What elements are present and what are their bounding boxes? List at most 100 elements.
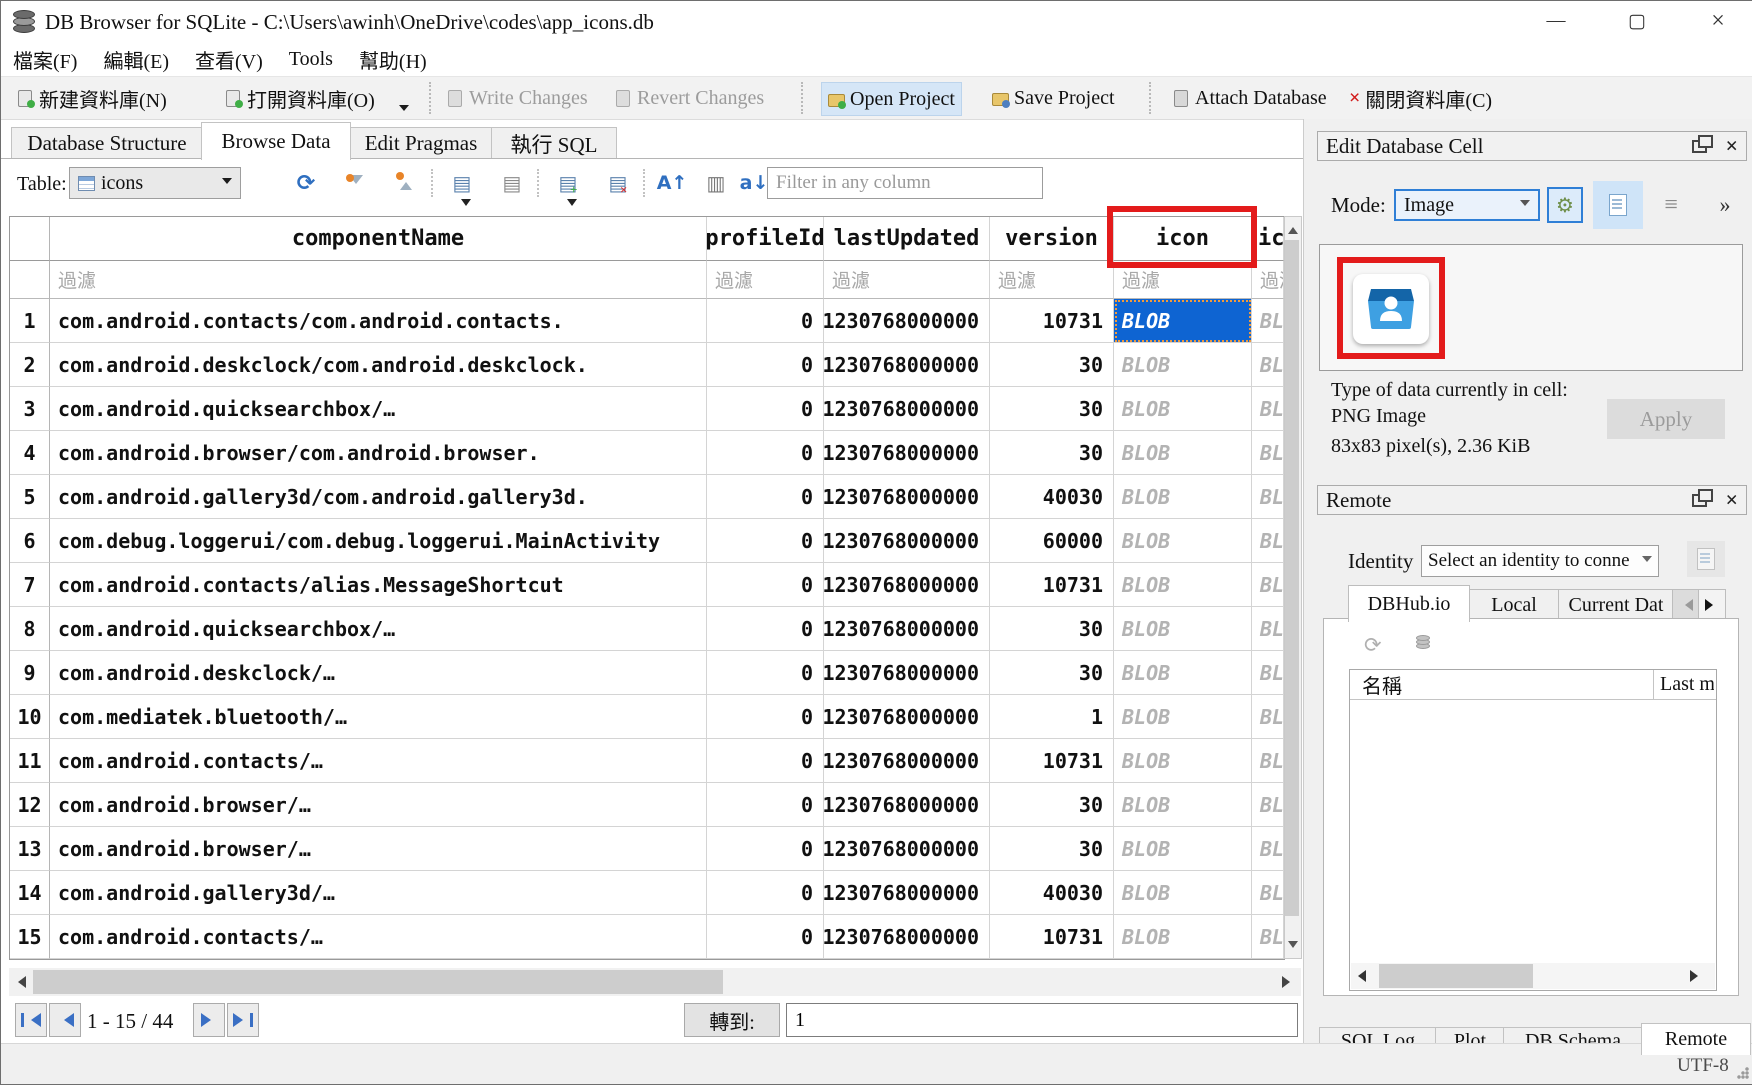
cell-icon[interactable]: BLOB — [1114, 783, 1252, 827]
goto-button[interactable]: 轉到: — [684, 1003, 780, 1037]
next-record-button[interactable] — [193, 1003, 225, 1037]
cell-version[interactable]: 1 — [990, 695, 1114, 739]
cell-lastUpdated[interactable]: 1230768000000 — [824, 827, 990, 871]
cell-profileId[interactable]: 0 — [707, 519, 824, 563]
resize-grip[interactable] — [1737, 1067, 1749, 1079]
cell-lastUpdated[interactable]: 1230768000000 — [824, 519, 990, 563]
cell-partial[interactable]: BLOB — [1252, 871, 1284, 915]
cell-lastUpdated[interactable]: 1230768000000 — [824, 431, 990, 475]
cell-componentName[interactable]: com.android.browser/… — [50, 783, 707, 827]
remote-scroll-thumb[interactable] — [1379, 964, 1533, 988]
scroll-left-arrow[interactable] — [1351, 965, 1367, 987]
cell-version[interactable]: 10731 — [990, 915, 1114, 959]
cell-icon[interactable]: BLOB — [1114, 607, 1252, 651]
cell-profileId[interactable]: 0 — [707, 387, 824, 431]
cell-partial[interactable]: BLOB — [1252, 783, 1284, 827]
cell-lastUpdated[interactable]: 1230768000000 — [824, 475, 990, 519]
row-number[interactable]: 8 — [10, 607, 50, 651]
tab-execute-sql[interactable]: 執行 SQL — [491, 127, 617, 159]
cell-partial[interactable]: BLOB — [1252, 739, 1284, 783]
print-button[interactable]: ▤ — [495, 167, 529, 199]
mode-select[interactable]: Image — [1394, 189, 1540, 221]
cell-profileId[interactable]: 0 — [707, 343, 824, 387]
cell-partial[interactable]: BLOB — [1252, 695, 1284, 739]
filter-version[interactable]: 過濾 — [990, 261, 1114, 299]
word-wrap-button[interactable]: ≡ — [1653, 187, 1689, 223]
cell-componentName[interactable]: com.android.browser/… — [50, 827, 707, 871]
cell-version[interactable]: 10731 — [990, 739, 1114, 783]
cell-lastUpdated[interactable]: 1230768000000 — [824, 607, 990, 651]
cell-version[interactable]: 30 — [990, 651, 1114, 695]
cell-partial[interactable]: BLOB — [1252, 299, 1284, 343]
cell-partial[interactable]: BLOB — [1252, 431, 1284, 475]
menu-view[interactable]: 查看(V) — [195, 45, 263, 74]
cell-version[interactable]: 10731 — [990, 563, 1114, 607]
text-mode-button[interactable] — [1593, 181, 1643, 229]
cell-componentName[interactable]: com.mediatek.bluetooth/… — [50, 695, 707, 739]
float-panel-icon[interactable] — [1692, 494, 1707, 507]
open-project-button[interactable]: Open Project — [821, 82, 962, 116]
row-number[interactable]: 4 — [10, 431, 50, 475]
scroll-right-arrow[interactable] — [1689, 965, 1705, 987]
close-database-button[interactable]: × 關閉資料庫(C) — [1343, 82, 1498, 114]
save-filter-button[interactable] — [389, 167, 423, 199]
cell-version[interactable]: 30 — [990, 431, 1114, 475]
row-number[interactable]: 10 — [10, 695, 50, 739]
save-table-dropdown[interactable] — [461, 199, 471, 211]
cell-profileId[interactable]: 0 — [707, 695, 824, 739]
cell-componentName[interactable]: com.android.gallery3d/com.android.galler… — [50, 475, 707, 519]
menu-file[interactable]: 檔案(F) — [13, 45, 77, 74]
cell-componentName[interactable]: com.debug.loggerui/com.debug.loggerui.Ma… — [50, 519, 707, 563]
cell-profileId[interactable]: 0 — [707, 299, 824, 343]
new-database-button[interactable]: 新建資料庫(N) — [11, 82, 173, 114]
row-number[interactable]: 6 — [10, 519, 50, 563]
tab-database-structure[interactable]: Database Structure — [11, 127, 203, 159]
cell-icon[interactable]: BLOB — [1114, 651, 1252, 695]
cell-version[interactable]: 30 — [990, 827, 1114, 871]
cell-icon[interactable]: BLOB — [1114, 695, 1252, 739]
open-database-button[interactable]: 打開資料庫(O) — [219, 82, 381, 114]
scroll-up-arrow[interactable] — [1285, 217, 1301, 239]
cell-componentName[interactable]: com.android.gallery3d/… — [50, 871, 707, 915]
font-increase-button[interactable]: A↑ — [655, 167, 689, 199]
remote-refresh-icon[interactable]: ⟳ — [1364, 633, 1382, 658]
header-componentName[interactable]: componentName — [50, 217, 707, 261]
cell-profileId[interactable]: 0 — [707, 871, 824, 915]
tab-local[interactable]: Local — [1468, 589, 1560, 621]
cell-profileId[interactable]: 0 — [707, 475, 824, 519]
refresh-button[interactable]: ⟳ — [289, 167, 323, 199]
open-external-button[interactable]: ▥ — [699, 167, 733, 199]
vertical-scroll-thumb[interactable] — [1285, 240, 1299, 916]
row-number[interactable]: 2 — [10, 343, 50, 387]
cell-profileId[interactable]: 0 — [707, 563, 824, 607]
row-number[interactable]: 12 — [10, 783, 50, 827]
cell-icon[interactable]: BLOB — [1114, 827, 1252, 871]
cell-version[interactable]: 30 — [990, 783, 1114, 827]
float-panel-icon[interactable] — [1692, 140, 1707, 153]
cell-version[interactable]: 40030 — [990, 871, 1114, 915]
cell-version[interactable]: 10731 — [990, 299, 1114, 343]
row-number[interactable]: 5 — [10, 475, 50, 519]
filter-componentName[interactable]: 過濾 — [50, 261, 707, 299]
insert-record-button[interactable]: ▤+ — [551, 167, 585, 199]
cell-componentName[interactable]: com.android.quicksearchbox/… — [50, 387, 707, 431]
cell-partial[interactable]: BLOB — [1252, 651, 1284, 695]
cell-componentName[interactable]: com.android.deskclock/… — [50, 651, 707, 695]
cell-lastUpdated[interactable]: 1230768000000 — [824, 739, 990, 783]
tab-edit-pragmas[interactable]: Edit Pragmas — [349, 127, 493, 159]
clear-filters-button[interactable] — [339, 167, 373, 199]
cell-partial[interactable]: BLOB — [1252, 563, 1284, 607]
cell-lastUpdated[interactable]: 1230768000000 — [824, 299, 990, 343]
identity-select[interactable]: Select an identity to conne — [1421, 545, 1659, 577]
cell-lastUpdated[interactable]: 1230768000000 — [824, 871, 990, 915]
tab-current-database[interactable]: Current Dat — [1558, 589, 1674, 621]
filter-profileId[interactable]: 過濾 — [707, 261, 824, 299]
more-options-button[interactable]: » — [1707, 187, 1743, 223]
cell-partial[interactable]: BLOB — [1252, 343, 1284, 387]
column-last-modified[interactable]: Last mo — [1660, 673, 1714, 696]
filter-lastUpdated[interactable]: 過濾 — [824, 261, 990, 299]
menu-help[interactable]: 幫助(H) — [359, 45, 427, 74]
menu-edit[interactable]: 編輯(E) — [103, 45, 169, 74]
cell-profileId[interactable]: 0 — [707, 827, 824, 871]
cell-lastUpdated[interactable]: 1230768000000 — [824, 563, 990, 607]
